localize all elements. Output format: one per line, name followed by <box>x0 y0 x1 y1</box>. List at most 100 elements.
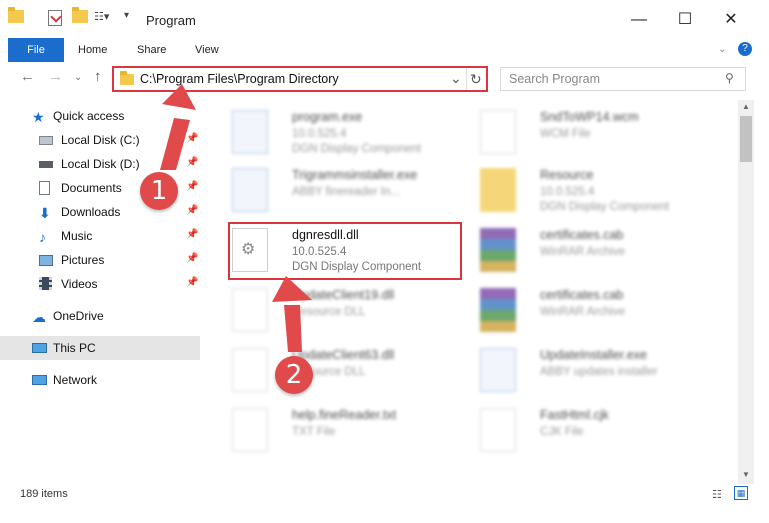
file-item[interactable]: UpdateInstaller.exe ABBY updates install… <box>466 342 706 400</box>
file-item[interactable]: program.exe 10.0.525.4 DGN Display Compo… <box>218 104 458 162</box>
scrollbar-thumb[interactable] <box>740 116 752 162</box>
file-item[interactable]: UpdateClient19.dll Resource DLL <box>218 282 458 340</box>
up-arrow-icon[interactable]: ↑ <box>94 68 102 85</box>
new-folder-icon[interactable] <box>72 7 88 23</box>
step-1-badge: 1 <box>140 172 178 210</box>
file-name: UpdateClient63.dll <box>292 348 395 362</box>
back-arrow-icon[interactable]: ← <box>20 68 35 85</box>
exe-file-icon <box>232 110 268 154</box>
tab-file[interactable]: File <box>8 38 64 62</box>
sidebar-item-local-disk-d[interactable]: Local Disk (D:) 📌 <box>0 152 200 176</box>
expand-ribbon-icon[interactable]: ⌄ <box>718 38 726 62</box>
sidebar-item-pictures[interactable]: Pictures 📌 <box>0 248 200 272</box>
drive-icon <box>39 157 53 171</box>
file-item[interactable]: FastHtml.cjk CJK File <box>466 402 706 460</box>
file-name: SndToWP14.wcm <box>540 110 639 124</box>
file-name: certificates.cab <box>540 228 624 242</box>
file-item[interactable]: SndToWP14.wcm WCM File <box>466 104 706 162</box>
properties-icon[interactable] <box>48 10 62 26</box>
sidebar-item-network[interactable]: Network <box>0 368 200 392</box>
navigation-pane: ★ Quick access Local Disk (C:) 📌 Local D… <box>0 100 202 480</box>
search-input[interactable]: Search Program <box>509 72 600 86</box>
file-version: 10.0.525.4 <box>540 186 595 198</box>
text-file-icon <box>232 408 268 452</box>
file-name: certificates.cab <box>540 288 624 302</box>
pin-icon[interactable]: 📌 <box>186 133 198 144</box>
winrar-archive-icon <box>480 228 516 272</box>
winrar-archive-icon <box>480 288 516 332</box>
folder-icon <box>480 168 516 212</box>
details-view-icon[interactable]: ☷ <box>712 488 722 501</box>
pin-icon[interactable]: 📌 <box>186 157 198 168</box>
title-bar: ☷▾ ▾ Program — ☐ ✕ <box>0 0 769 38</box>
folder-icon[interactable] <box>8 7 24 23</box>
address-path[interactable]: C:\Program Files\Program Directory <box>140 72 339 86</box>
file-item[interactable]: Trigrammsinstaller.exe ABBY finereader I… <box>218 162 458 220</box>
help-icon[interactable]: ? <box>738 42 752 56</box>
refresh-icon[interactable]: ↻ <box>470 71 482 88</box>
scroll-down-icon[interactable]: ▼ <box>742 470 750 479</box>
sidebar-item-label: Videos <box>61 277 98 291</box>
film-icon <box>39 277 53 291</box>
address-bar[interactable]: C:\Program Files\Program Directory ⌄ ↻ <box>112 66 488 92</box>
sidebar-item-onedrive[interactable]: ☁ OneDrive <box>0 304 200 328</box>
file-item[interactable]: certificates.cab WinRAR Archive <box>466 222 706 280</box>
sidebar-item-this-pc[interactable]: This PC <box>0 336 200 360</box>
status-item-count: 189 items <box>20 488 68 500</box>
maximize-button[interactable]: ☐ <box>670 8 700 32</box>
sidebar-item-videos[interactable]: Videos 📌 <box>0 272 200 296</box>
folder-icon <box>120 71 134 85</box>
customize-quick-access-icon[interactable]: ☷▾ <box>94 10 109 23</box>
search-box[interactable]: Search Program ⚲ <box>500 67 746 91</box>
minimize-button[interactable]: — <box>624 8 654 32</box>
sidebar-item-label: Documents <box>61 181 122 195</box>
file-item[interactable]: certificates.cab WinRAR Archive <box>466 282 706 340</box>
file-name: UpdateClient19.dll <box>292 288 395 302</box>
file-item[interactable]: Resource 10.0.525.4 DGN Display Componen… <box>466 162 706 220</box>
file-name: Resource <box>540 168 594 182</box>
exe-file-icon <box>232 168 268 212</box>
file-description: DGN Display Component <box>292 143 422 155</box>
download-arrow-icon: ⬇ <box>39 205 51 221</box>
drive-icon <box>39 133 53 147</box>
vertical-scrollbar[interactable]: ▲ ▼ <box>738 100 754 484</box>
tab-view[interactable]: View <box>195 38 219 62</box>
computer-icon <box>32 341 47 355</box>
file-type: WCM File <box>540 128 591 140</box>
generic-file-icon <box>480 110 516 154</box>
large-icons-view-icon[interactable]: ▦ <box>734 486 748 500</box>
star-icon: ★ <box>32 109 45 125</box>
dll-gear-file-icon <box>232 348 268 392</box>
address-divider <box>466 68 467 90</box>
file-description: ABBY updates installer <box>540 366 658 378</box>
scroll-up-icon[interactable]: ▲ <box>742 102 750 111</box>
music-note-icon: ♪ <box>39 229 46 245</box>
navigation-bar: ← → ⌄ ↑ C:\Program Files\Program Directo… <box>0 62 769 96</box>
sidebar-item-quick-access[interactable]: ★ Quick access <box>0 104 200 128</box>
sidebar-item-label: Local Disk (C:) <box>61 133 140 147</box>
address-dropdown-icon[interactable]: ⌄ <box>450 70 462 87</box>
pin-icon[interactable]: 📌 <box>186 277 198 288</box>
forward-arrow-icon[interactable]: → <box>48 68 63 85</box>
close-button[interactable]: ✕ <box>716 8 746 32</box>
sidebar-item-label: Pictures <box>61 253 105 267</box>
file-item[interactable]: help.fineReader.txt TXT File <box>218 402 458 460</box>
pin-icon[interactable]: 📌 <box>186 205 198 216</box>
file-description: DGN Display Component <box>540 201 670 213</box>
pin-icon[interactable]: 📌 <box>186 181 198 192</box>
sidebar-item-local-disk-c[interactable]: Local Disk (C:) 📌 <box>0 128 200 152</box>
search-icon[interactable]: ⚲ <box>725 71 734 85</box>
file-type: WinRAR Archive <box>540 246 625 258</box>
file-type: CJK File <box>540 426 584 438</box>
step-2-badge: 2 <box>275 356 313 394</box>
tab-home[interactable]: Home <box>78 38 107 62</box>
sidebar-item-music[interactable]: ♪ Music 📌 <box>0 224 200 248</box>
file-item[interactable]: UpdateClient63.dll Resource DLL <box>218 342 458 400</box>
pin-icon[interactable]: 📌 <box>186 253 198 264</box>
recent-locations-icon[interactable]: ⌄ <box>74 72 82 83</box>
pin-icon[interactable]: 📌 <box>186 229 198 240</box>
chevron-down-icon[interactable]: ▾ <box>124 10 129 21</box>
file-type: WinRAR Archive <box>540 306 625 318</box>
sidebar-item-label: Music <box>61 229 93 243</box>
tab-share[interactable]: Share <box>137 38 166 62</box>
